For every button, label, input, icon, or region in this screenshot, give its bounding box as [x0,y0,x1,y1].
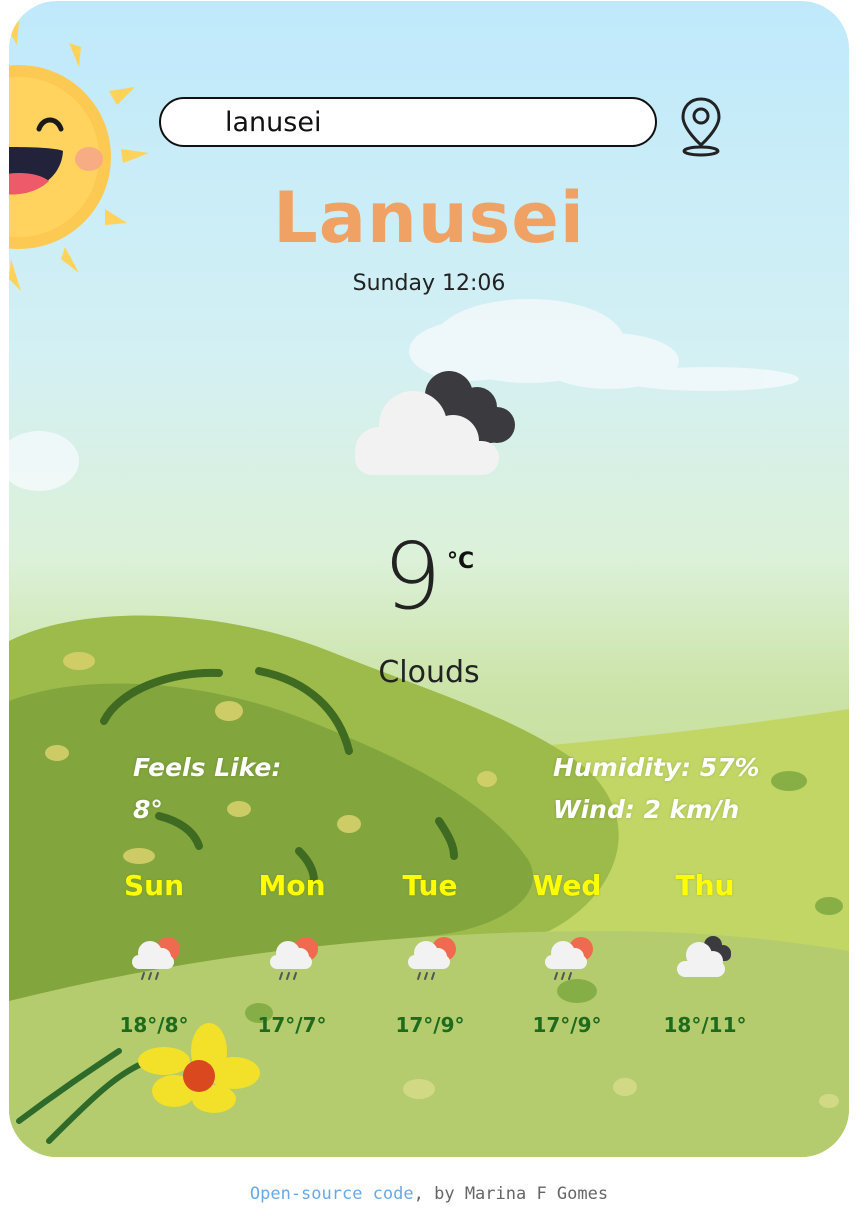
forecast-range-sun: 18°/8° [119,1013,189,1037]
search-input[interactable] [225,107,625,137]
forecast-day-sun: Sun [123,869,185,902]
footer-credit: , by Marina F Gomes [413,1184,609,1204]
map-pin-icon [681,97,721,157]
current-datetime: Sunday 12:06 [352,271,506,296]
rain-sun-icon [132,937,180,980]
weather-condition: Clouds [378,655,480,690]
current-temperature: 9 [383,523,442,630]
rain-sun-icon [545,937,593,980]
footer: Open-source code, by Marina F Gomes [0,1184,858,1204]
forecast-day-thu: Thu [675,869,735,902]
forecast-day-wed: Wed [532,869,602,902]
city-name: Lanusei [273,177,585,259]
forecast-day-tue: Tue [402,869,458,902]
search-box[interactable] [159,97,657,147]
wind-value: Wind: 2 km/h [553,795,740,824]
temperature-unit: °C [447,549,475,574]
cloudy-icon [677,936,731,977]
forecast-range-mon: 17°/7° [257,1013,327,1037]
forecast-day-mon: Mon [258,869,326,902]
location-button[interactable] [679,91,723,159]
source-code-link[interactable]: Open-source code [250,1184,414,1204]
forecast-range-thu: 18°/11° [663,1013,747,1037]
forecast-range-wed: 17°/9° [532,1013,602,1037]
rain-sun-icon [408,937,456,980]
rain-sun-icon [270,937,318,980]
cloudy-icon [355,371,515,475]
humidity-value: Humidity: 57% [553,753,760,782]
forecast-range-tue: 17°/9° [395,1013,465,1037]
weather-card: Lanusei Sunday 12:06 9 °C Clouds Feels L… [9,1,849,1157]
feels-like-label: Feels Like: [133,753,282,782]
feels-like-value: 8° [133,795,163,824]
